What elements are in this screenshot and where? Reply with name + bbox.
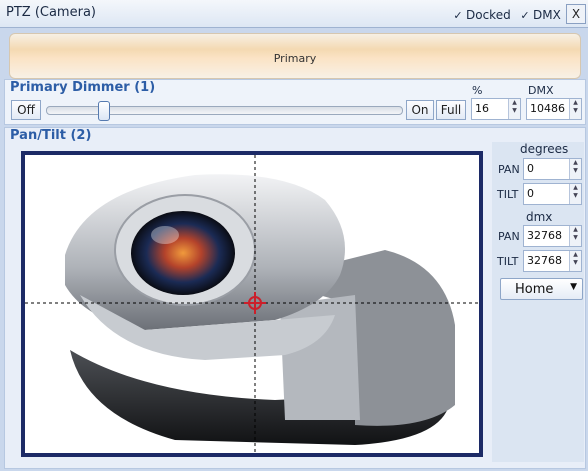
window-title: PTZ (Camera) [6,5,96,20]
tab-primary[interactable]: Primary [9,33,581,79]
dmx-label: DMX [533,8,561,22]
pantilt-view[interactable] [21,151,483,457]
dmx-value: 10486 [530,102,565,115]
dmx-checkbox[interactable]: ✓ DMX [520,8,561,22]
home-label: Home [515,282,554,297]
dmx-input[interactable]: 10486 ▲ ▼ [526,98,582,120]
pantilt-canvas[interactable] [25,155,479,453]
percent-value: 16 [475,102,489,115]
tilt-dmx-label: TILT [497,255,519,268]
check-icon: ✓ [520,9,530,22]
spinner-arrows-icon[interactable]: ▲ ▼ [508,99,520,119]
degrees-header: degrees [520,142,569,156]
spinner-arrows-icon[interactable]: ▲ ▼ [569,226,581,246]
spinner-arrows-icon[interactable]: ▲ ▼ [569,184,581,204]
home-button[interactable]: Home ▼ [500,278,583,300]
pan-degrees-value: 0 [527,162,534,175]
percent-input[interactable]: 16 ▲ ▼ [471,98,521,120]
pan-dmx-input[interactable]: 32768 ▲ ▼ [523,225,582,247]
docked-checkbox[interactable]: ✓ Docked [453,8,511,22]
docked-label: Docked [466,8,511,22]
off-button[interactable]: Off [11,100,41,120]
spinner-arrows-icon[interactable]: ▲ ▼ [569,159,581,179]
pan-dmx-label: PAN [498,230,520,243]
tab-primary-label: Primary [273,52,317,65]
camera-image [25,155,479,453]
dimmer-title: Primary Dimmer (1) [10,80,156,95]
pan-dmx-value: 32768 [527,229,562,242]
tilt-degrees-input[interactable]: 0 ▲ ▼ [523,183,582,205]
dmx-section-header: dmx [526,210,553,224]
check-icon: ✓ [453,9,463,22]
dimmer-slider-thumb[interactable] [97,101,110,121]
pan-degrees-input[interactable]: 0 ▲ ▼ [523,158,582,180]
tilt-degrees-value: 0 [527,187,534,200]
tilt-dmx-value: 32768 [527,254,562,267]
tilt-degrees-label: TILT [497,188,519,201]
on-button[interactable]: On [406,100,434,120]
close-button[interactable]: X [566,4,586,24]
pantilt-title: Pan/Tilt (2) [10,128,92,143]
tilt-dmx-input[interactable]: 32768 ▲ ▼ [523,250,582,272]
spinner-arrows-icon[interactable]: ▲ ▼ [569,251,581,271]
full-button[interactable]: Full [436,100,466,120]
chevron-down-icon: ▼ [570,282,577,292]
percent-header: % [472,84,483,97]
dmx-header: DMX [528,84,554,97]
camera-lens-highlight-shape [151,226,179,244]
pan-degrees-label: PAN [498,163,520,176]
spinner-arrows-icon[interactable]: ▲ ▼ [569,99,581,119]
camera-lens-shape [131,211,235,295]
